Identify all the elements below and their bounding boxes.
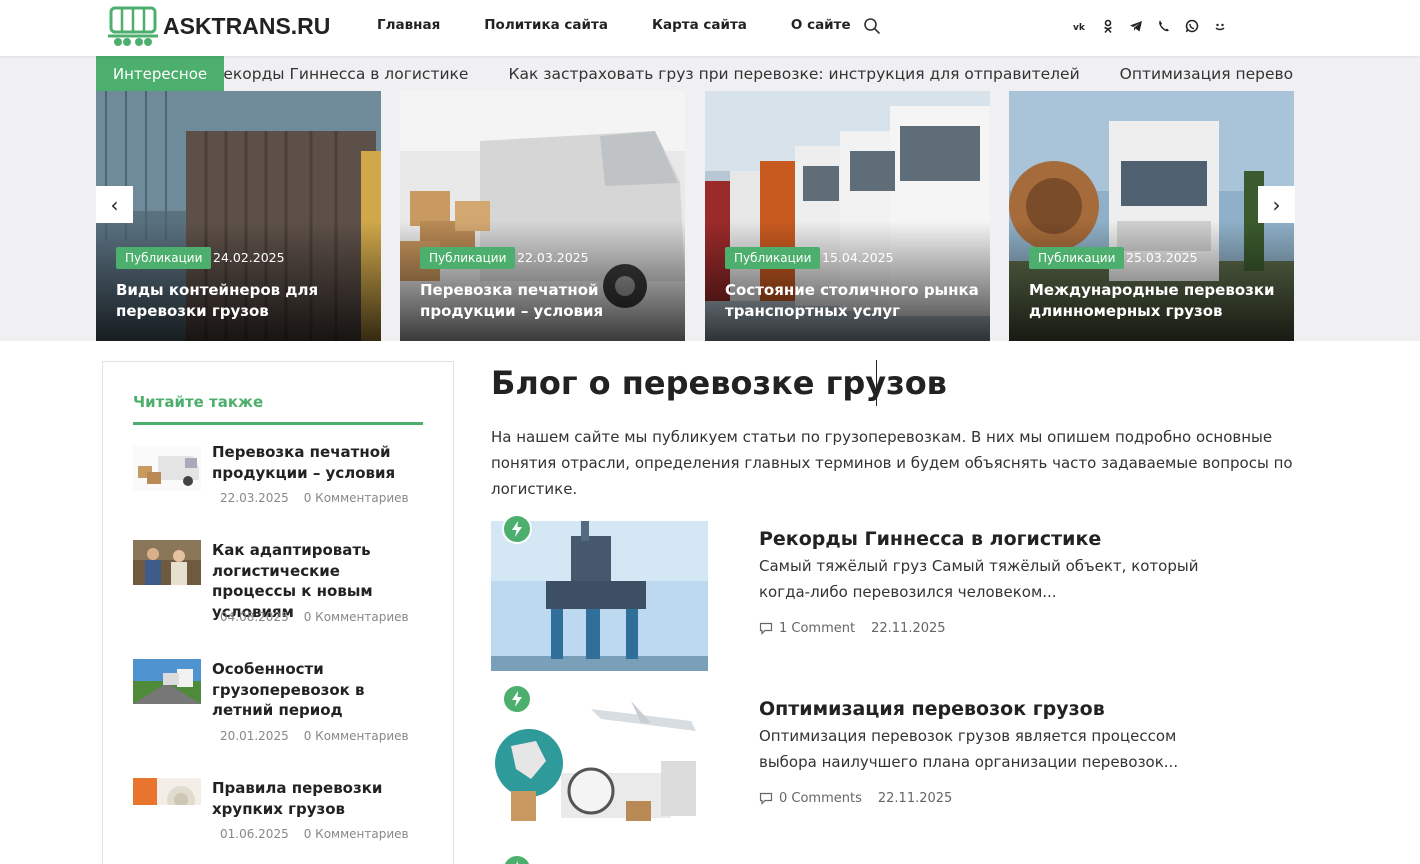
- post-excerpt: Самый тяжёлый груз Самый тяжёлый объект,…: [759, 557, 1199, 601]
- nav-site-policy[interactable]: Политика сайта: [484, 17, 608, 33]
- slider-next-button[interactable]: ›: [1258, 186, 1295, 223]
- card-date: 24.02.2025: [213, 250, 285, 265]
- post-excerpt: Оптимизация перевозок грузов является пр…: [759, 727, 1179, 771]
- ticker-item[interactable]: Как застраховать груз при перевозке: инс…: [508, 65, 1079, 83]
- list-item-meta: 20.01.2025 0 Комментариев: [220, 729, 409, 743]
- search-icon[interactable]: [863, 17, 881, 35]
- post-meta: 0 Comments 22.11.2025: [759, 791, 952, 806]
- post-meta: 1 Comment 22.11.2025: [759, 621, 946, 636]
- list-item-meta: 01.06.2025 0 Комментариев: [220, 827, 409, 841]
- sidebar-title-underline: [133, 422, 423, 425]
- odnoklassniki-icon[interactable]: [1100, 18, 1116, 34]
- nav-home[interactable]: Главная: [377, 17, 440, 33]
- mail-ru-icon[interactable]: [1212, 18, 1228, 34]
- card-title[interactable]: Виды контейнеров для перевозки грузов: [116, 280, 371, 322]
- railcar-logo-icon: [108, 6, 158, 46]
- slider-card[interactable]: Публикации 15.04.2025 Состояние столично…: [705, 91, 990, 341]
- thumbnail[interactable]: [133, 778, 201, 805]
- vk-icon[interactable]: vk: [1072, 18, 1088, 34]
- social-links: vk: [1072, 18, 1240, 34]
- list-item-title[interactable]: Правила перевозки хрупких грузов: [212, 778, 427, 819]
- list-item-comments[interactable]: 0 Комментариев: [304, 729, 409, 743]
- list-item-title[interactable]: Особенности грузоперевозок в летний пери…: [212, 659, 427, 721]
- text-cursor: [876, 360, 877, 406]
- post-date: 22.11.2025: [877, 791, 953, 806]
- thumbnail[interactable]: [133, 446, 201, 491]
- post-comments[interactable]: 1 Comment: [779, 621, 855, 636]
- post-comments[interactable]: 0 Comments: [779, 791, 862, 806]
- comment-icon: [759, 622, 773, 635]
- site-header: ASKTRANS.RU Главная Политика сайта Карта…: [0, 0, 1420, 56]
- card-title[interactable]: Международные перевозки длинномерных гру…: [1029, 280, 1284, 322]
- page-description: На нашем сайте мы публикуем статьи по гр…: [491, 428, 1293, 498]
- thumbnail[interactable]: [133, 540, 201, 585]
- page-title: Блог о перевозке грузов: [491, 364, 947, 402]
- list-item-date: 01.06.2025: [220, 827, 289, 841]
- featured-bolt-icon: [502, 514, 532, 544]
- comment-icon: [759, 792, 773, 805]
- category-badge[interactable]: Публикации: [420, 247, 516, 269]
- slider-card[interactable]: Публикации 25.03.2025 Международные пере…: [1009, 91, 1294, 341]
- list-item-date: 22.03.2025: [220, 491, 289, 505]
- category-badge[interactable]: Публикации: [725, 247, 821, 269]
- card-date: 22.03.2025: [517, 250, 589, 265]
- slider-card[interactable]: Публикации 24.02.2025 Виды контейнеров д…: [96, 91, 381, 341]
- site-logo[interactable]: ASKTRANS.RU: [108, 5, 330, 47]
- card-title[interactable]: Перевозка печатной продукции – условия: [420, 280, 675, 322]
- nav-about[interactable]: О сайте: [791, 17, 851, 33]
- list-item-comments[interactable]: 0 Комментариев: [304, 827, 409, 841]
- viber-icon[interactable]: [1156, 18, 1172, 34]
- card-date: 25.03.2025: [1126, 250, 1198, 265]
- post-image[interactable]: [491, 521, 708, 671]
- telegram-icon[interactable]: [1128, 18, 1144, 34]
- list-item-comments[interactable]: 0 Комментариев: [304, 491, 409, 505]
- slider-card[interactable]: Публикации 22.03.2025 Перевозка печатной…: [400, 91, 685, 341]
- list-item-comments[interactable]: 0 Комментариев: [304, 610, 409, 624]
- sidebar-title: Читайте также: [133, 393, 264, 411]
- card-date: 15.04.2025: [822, 250, 894, 265]
- post-title[interactable]: Рекорды Гиннесса в логистике: [759, 528, 1101, 550]
- nav-sitemap[interactable]: Карта сайта: [652, 17, 747, 33]
- ticker-item[interactable]: Рекорды Гиннесса в логистике: [224, 65, 468, 83]
- list-item-meta: 22.03.2025 0 Комментариев: [220, 491, 409, 505]
- featured-bolt-icon: [502, 684, 532, 714]
- ticker-item[interactable]: Оптимизация перевозок грузов: [1120, 65, 1294, 83]
- category-badge[interactable]: Публикации: [116, 247, 212, 269]
- card-title[interactable]: Состояние столичного рынка транспортных …: [725, 280, 980, 322]
- featured-bolt-icon: [502, 854, 532, 864]
- main-nav: Главная Политика сайта Карта сайта О сай…: [377, 17, 895, 33]
- slider-prev-button[interactable]: ‹: [96, 186, 133, 223]
- logo-text: ASKTRANS.RU: [163, 12, 331, 39]
- list-item-meta: 04.08.2025 0 Комментариев: [220, 610, 409, 624]
- post-title[interactable]: Оптимизация перевозок грузов: [759, 698, 1105, 720]
- list-item-title[interactable]: Перевозка печатной продукции – условия: [212, 442, 427, 483]
- list-item-date: 20.01.2025: [220, 729, 289, 743]
- whatsapp-icon[interactable]: [1184, 18, 1200, 34]
- sidebar-read-also: Читайте также Перевозка печатной продукц…: [102, 361, 454, 864]
- category-badge[interactable]: Публикации: [1029, 247, 1125, 269]
- ticker-label: Интересное: [96, 56, 224, 91]
- svg-text:vk: vk: [1073, 23, 1086, 33]
- post-date: 22.11.2025: [871, 621, 946, 636]
- thumbnail[interactable]: [133, 659, 201, 704]
- list-item-date: 04.08.2025: [220, 610, 289, 624]
- ticker-track: Рекорды Гиннесса в логистике Как застрах…: [224, 56, 1294, 91]
- news-ticker: Рекорды Гиннесса в логистике Как застрах…: [224, 56, 1294, 91]
